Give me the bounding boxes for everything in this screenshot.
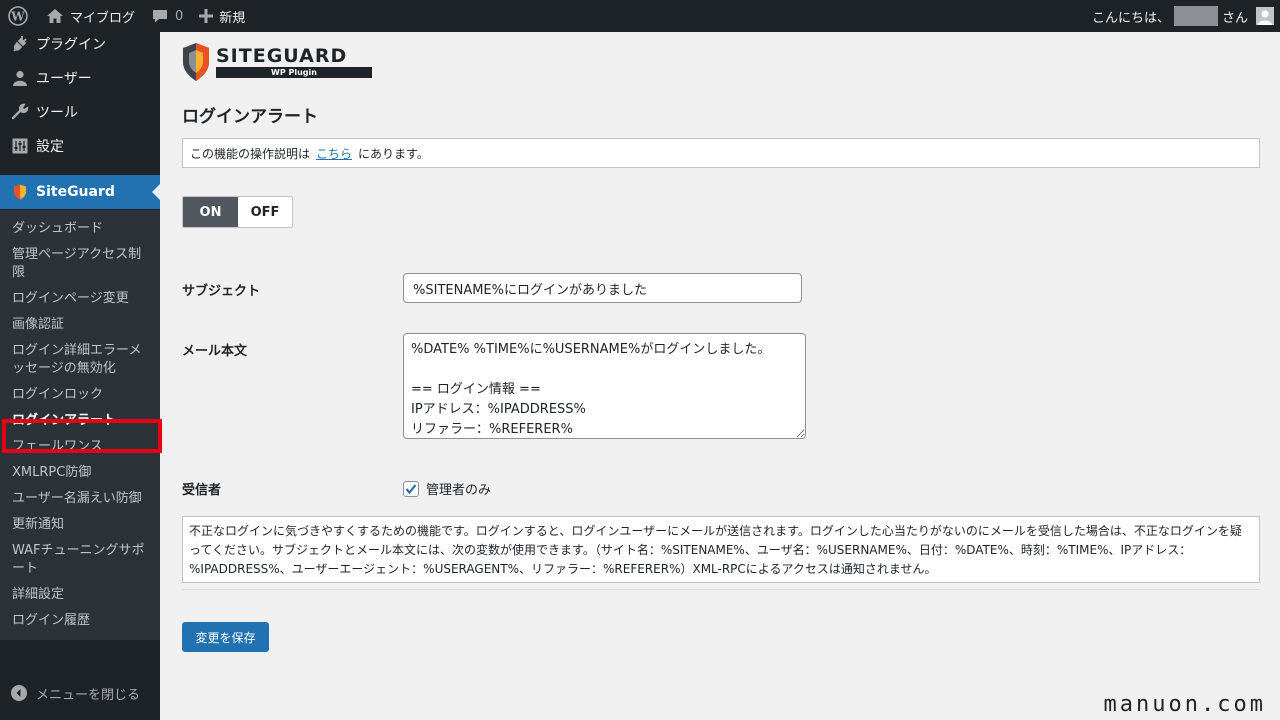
logo-sub-text: WP Plugin xyxy=(216,67,372,78)
submenu-item-xmlrpc[interactable]: XMLRPC防御 xyxy=(0,460,160,486)
submenu-item-admin-access[interactable]: 管理ページアクセス制限 xyxy=(0,242,160,286)
logo-brand-text: SITEGUARD xyxy=(216,45,348,67)
menu-tools-label: ツール xyxy=(36,105,78,121)
my-account[interactable]: こんにちは、 さん xyxy=(1092,6,1280,26)
submenu-item-waf-tuning[interactable]: WAFチューニングサポート xyxy=(0,538,160,582)
notice-prefix: この機能の操作説明は xyxy=(190,146,311,161)
submenu-item-rename-login[interactable]: ログインページ変更 xyxy=(0,286,160,312)
submenu-item-login-lock[interactable]: ログインロック xyxy=(0,382,160,408)
submenu-item-update-notice[interactable]: 更新通知 xyxy=(0,512,160,538)
menu-siteguard[interactable]: SiteGuard xyxy=(0,175,160,209)
settings-icon xyxy=(10,138,30,154)
watermark: manuon.com xyxy=(1103,692,1266,717)
siteguard-shield-icon xyxy=(10,184,30,200)
divider xyxy=(182,589,1260,590)
comment-icon xyxy=(151,8,169,24)
menu-siteguard-label: SiteGuard xyxy=(36,184,115,200)
collapse-menu-button[interactable]: メニューを閉じる xyxy=(0,678,160,708)
submenu-item-login-history[interactable]: ログイン履歴 xyxy=(0,608,160,634)
admin-only-label: 管理者のみ xyxy=(426,483,492,498)
admin-only-checkbox[interactable] xyxy=(403,480,419,497)
plus-icon xyxy=(199,9,214,23)
help-link[interactable]: こちら xyxy=(316,145,352,162)
menu-users[interactable]: ユーザー xyxy=(0,61,160,95)
new-content-link[interactable]: 新規 xyxy=(191,0,253,32)
mail-body-textarea[interactable]: %DATE% %TIME%に%USERNAME%がログインしました。 == ログ… xyxy=(403,333,806,439)
highlight-box xyxy=(2,419,162,453)
subject-input[interactable] xyxy=(403,273,802,303)
menu-plugins[interactable]: プラグイン xyxy=(0,27,160,61)
home-icon xyxy=(46,8,64,24)
admin-sidebar: プラグイン ユーザー ツール 設定 SiteGuard ダッシュボード 管理ペー… xyxy=(0,32,162,720)
help-notice: この機能の操作説明は こちら にあります。 xyxy=(182,138,1260,168)
menu-tools[interactable]: ツール xyxy=(0,95,160,129)
comment-count: 0 xyxy=(175,8,184,24)
avatar-icon[interactable] xyxy=(1256,7,1274,25)
collapse-icon xyxy=(10,684,28,702)
menu-settings-label: 設定 xyxy=(36,139,64,155)
subject-label: サブジェクト xyxy=(182,284,261,299)
greeting-suffix: さん xyxy=(1221,10,1248,26)
mail-body-label: メール本文 xyxy=(182,344,248,359)
collapse-label: メニューを閉じる xyxy=(36,687,141,703)
plugin-icon xyxy=(10,35,30,53)
greeting-text: こんにちは、 xyxy=(1091,10,1170,26)
new-label: 新規 xyxy=(219,10,246,26)
wrench-icon xyxy=(10,103,30,121)
svg-text:W: W xyxy=(10,10,25,24)
redacted-username xyxy=(1173,6,1218,26)
recipient-label: 受信者 xyxy=(182,483,222,498)
submenu-item-advanced-settings[interactable]: 詳細設定 xyxy=(0,582,160,608)
toggle-on-button[interactable]: ON xyxy=(183,197,238,227)
submenu-item-captcha[interactable]: 画像認証 xyxy=(0,312,160,338)
site-name-label: マイブログ xyxy=(70,10,136,26)
submenu-item-login-error-message[interactable]: ログイン詳細エラーメッセージの無効化 xyxy=(0,338,160,382)
toggle-off-button[interactable]: OFF xyxy=(238,197,292,227)
admin-bar: W マイブログ 0 新規 こんにちは、 さん xyxy=(0,0,1280,32)
top-menu-list: プラグイン ユーザー ツール 設定 xyxy=(0,27,160,163)
feature-toggle: ON OFF xyxy=(182,196,293,228)
siteguard-logo: SITEGUARD WP Plugin xyxy=(182,41,382,85)
menu-settings[interactable]: 設定 xyxy=(0,129,160,163)
recipient-admin-only[interactable]: 管理者のみ xyxy=(403,479,491,498)
menu-plugins-label: プラグイン xyxy=(36,37,106,53)
menu-users-label: ユーザー xyxy=(36,71,92,87)
page-title: ログインアラート xyxy=(182,107,318,127)
feature-description: 不正なログインに気づきやすくするための機能です。ログインすると、ログインユーザー… xyxy=(182,516,1260,583)
save-changes-button[interactable]: 変更を保存 xyxy=(182,622,269,652)
submenu-item-username-leak[interactable]: ユーザー名漏えい防御 xyxy=(0,486,160,512)
user-icon xyxy=(10,69,30,87)
notice-suffix: にあります。 xyxy=(358,146,429,161)
submenu-item-dashboard[interactable]: ダッシュボード xyxy=(0,216,160,242)
